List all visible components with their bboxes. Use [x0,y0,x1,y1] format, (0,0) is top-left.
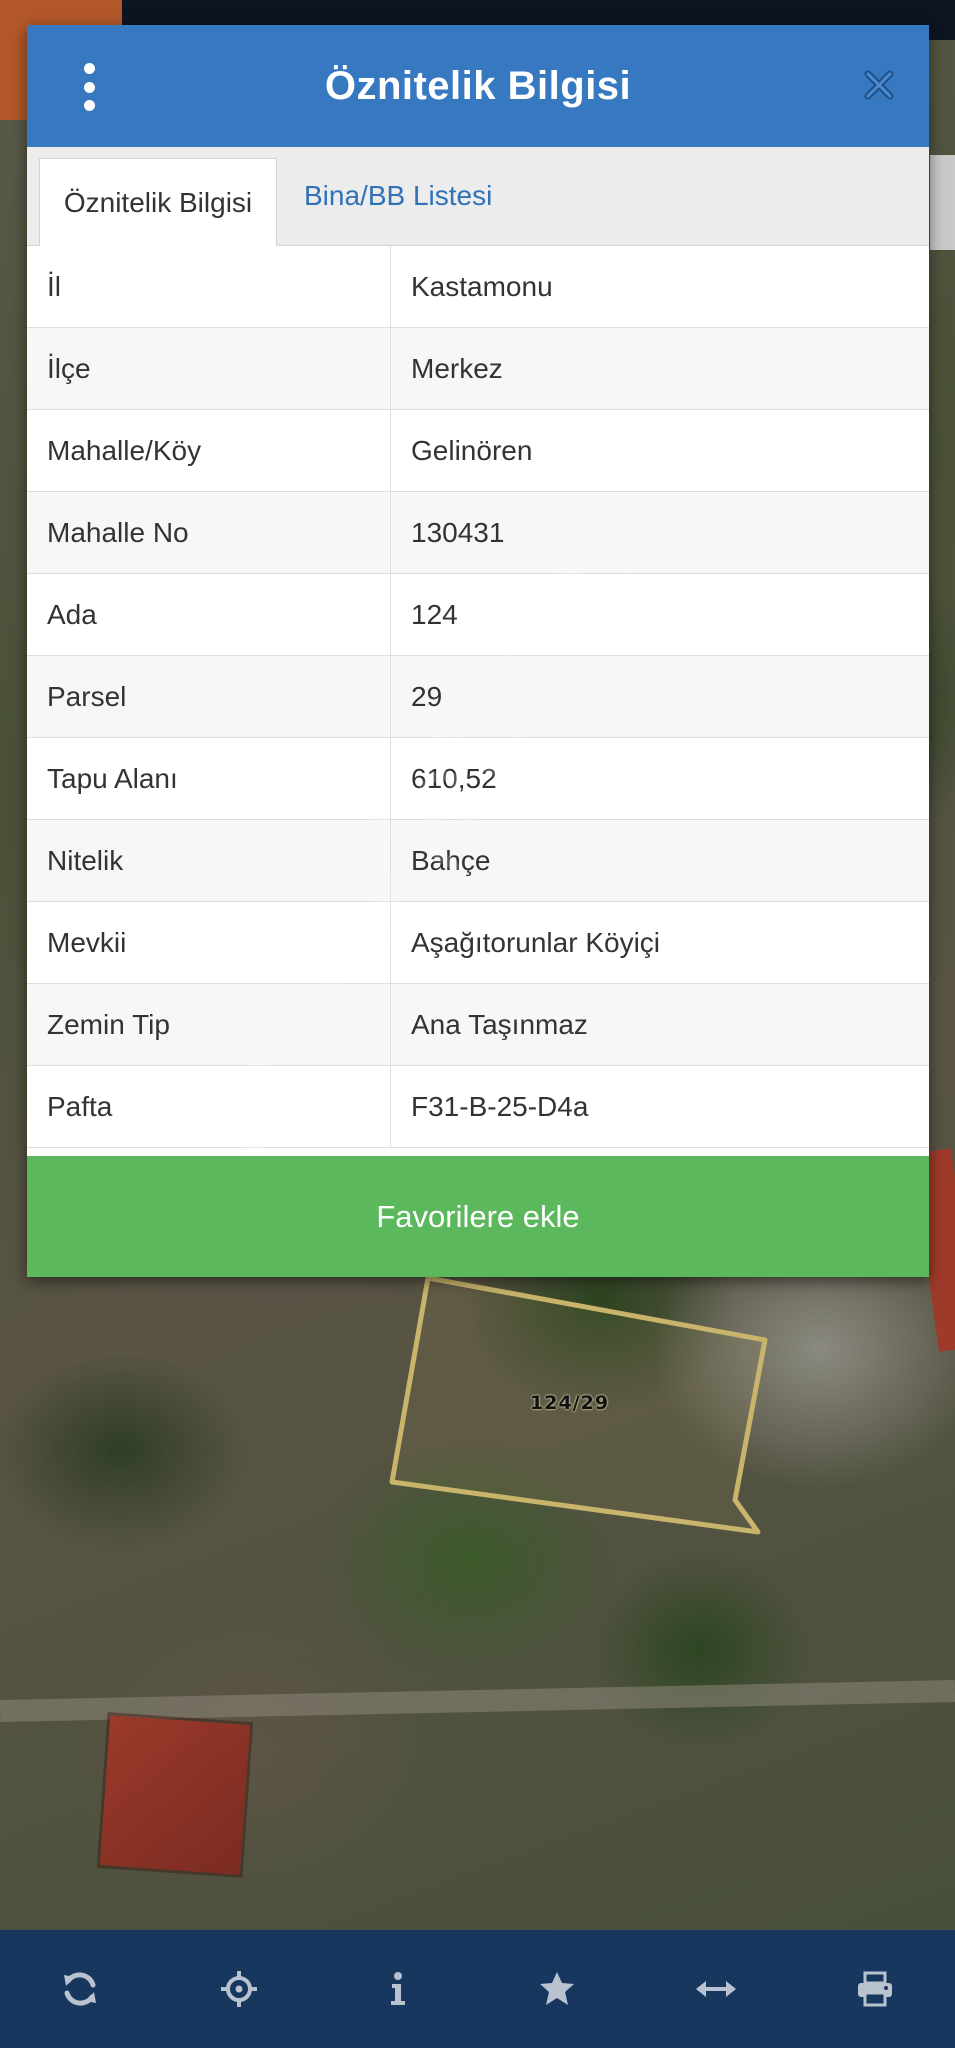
attribute-key: Ada [27,574,391,655]
table-row: Pafta F31-B-25-D4a [27,1066,929,1148]
attribute-value: F31-B-25-D4a [411,1090,589,1122]
table-row: Ada 124 [27,574,929,656]
dialog-title: Öznitelik Bilgisi [324,63,632,108]
attribute-key: Mahalle/Köy [27,410,391,491]
attribute-value: 610,52 [411,762,497,794]
bottom-toolbar [0,1930,955,2048]
attribute-value: 29 [411,680,443,712]
attribute-key: İlçe [27,328,391,409]
tab-attribute-info[interactable]: Öznitelik Bilgisi [39,158,277,246]
info-icon[interactable] [368,1959,428,2019]
table-row: Parsel 29 [27,656,929,738]
measure-icon[interactable] [686,1959,746,2019]
attribute-value: 124 [411,598,458,630]
attribute-key: Pafta [27,1066,391,1147]
attribute-key: Mevkii [27,902,391,983]
attribute-value: 130431 [411,516,505,548]
attribute-dialog: Öznitelik Bilgisi Öznitelik Bilgisi Bina… [27,25,929,1277]
attribute-key: Zemin Tip [27,984,391,1065]
attribute-value: Merkez [411,352,503,384]
table-row: Zemin Tip Ana Taşınmaz [27,984,929,1066]
attribute-value: Kastamonu [411,270,553,302]
table-row: Mahalle No 130431 [27,492,929,574]
add-to-favorites-button[interactable]: Favorilere ekle [27,1156,929,1277]
table-row: Mahalle/Köy Gelinören [27,410,929,492]
close-icon[interactable] [859,65,899,105]
attribute-value: Gelinören [411,434,533,466]
attribute-value: Bahçe [411,844,491,876]
attribute-key: Mahalle No [27,492,391,573]
attribute-key: Tapu Alanı [27,738,391,819]
star-icon[interactable] [527,1959,587,2019]
attribute-value: Ana Taşınmaz [411,1008,588,1040]
attribute-key: İl [27,246,391,327]
tab-building-list[interactable]: Bina/BB Listesi [304,147,492,245]
table-row: İl Kastamonu [27,246,929,328]
attribute-key: Parsel [27,656,391,737]
table-row: Mevkii Aşağıtorunlar Köyiçi [27,902,929,984]
parcel-label: 124/29 [530,1392,610,1414]
map-building-roof [99,1715,251,1875]
print-icon[interactable] [845,1959,905,2019]
attribute-value: Aşağıtorunlar Köyiçi [411,926,661,958]
dialog-header: Öznitelik Bilgisi [27,25,929,147]
attribute-table: İl Kastamonu İlçe Merkez Mahalle/Köy Gel… [27,246,929,1148]
menu-icon[interactable] [77,63,101,111]
table-row: İlçe Merkez [27,328,929,410]
table-row: Nitelik Bahçe [27,820,929,902]
refresh-icon[interactable] [50,1959,110,2019]
map-road [0,1680,955,1722]
scrollbar-thumb[interactable] [930,155,955,250]
table-row: Tapu Alanı 610,52 [27,738,929,820]
tab-bar: Öznitelik Bilgisi Bina/BB Listesi [27,147,929,246]
attribute-key: Nitelik [27,820,391,901]
crosshair-icon[interactable] [209,1959,269,2019]
